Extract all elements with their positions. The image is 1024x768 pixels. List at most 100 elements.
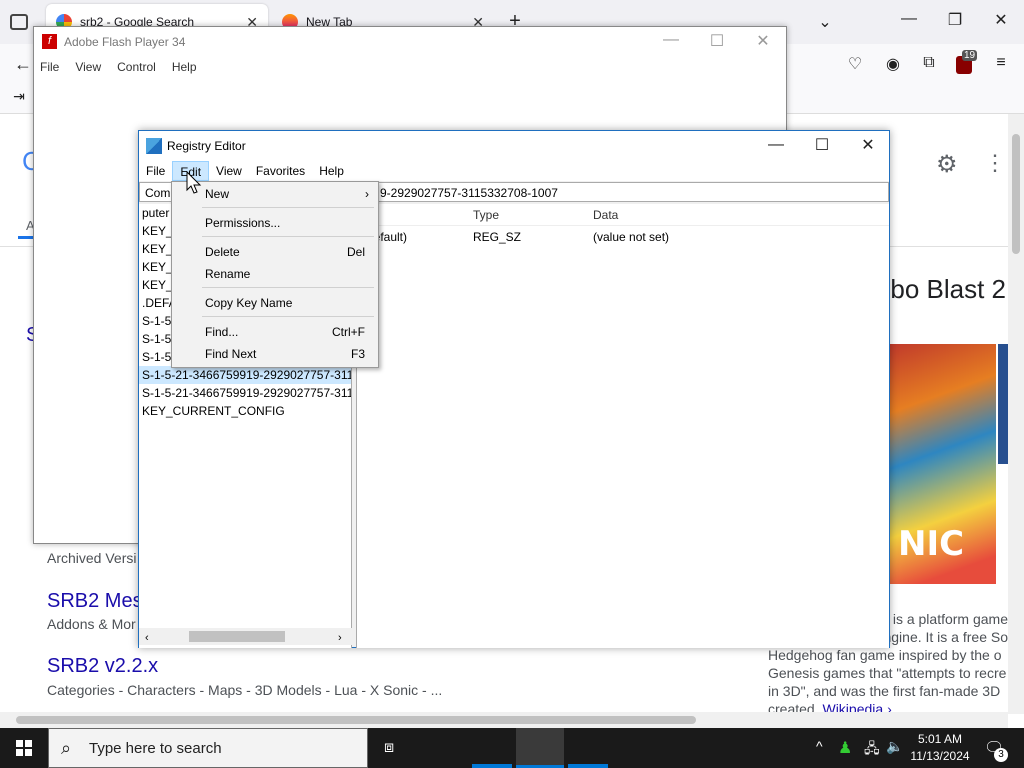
mouse-cursor-icon (186, 171, 202, 194)
result-subtitle: Categories - Characters - Maps - 3D Mode… (47, 682, 443, 698)
menu-separator (202, 236, 374, 237)
desc-line: in 3D", and was the first fan-made 3D (768, 683, 1001, 699)
menu-help[interactable]: Help (312, 161, 351, 181)
taskbar-app-flash[interactable] (568, 764, 608, 768)
archived-text: Archived Versi (47, 550, 137, 566)
column-data[interactable]: Data (587, 204, 618, 225)
minimize-icon[interactable]: — (894, 10, 924, 28)
scroll-left-icon[interactable]: ‹ (145, 629, 149, 645)
desc-line: Hedgehog fan game inspired by the o (768, 647, 1002, 663)
close-icon[interactable]: ✕ (986, 10, 1016, 30)
menu-item-find[interactable]: Find... Ctrl+F (205, 323, 365, 341)
maximize-icon[interactable]: ☐ (807, 135, 837, 155)
pocket-icon[interactable]: ♡ (840, 54, 870, 74)
menu-favorites[interactable]: Favorites (249, 161, 312, 181)
menu-item-label: Permissions... (205, 216, 281, 230)
clock-time[interactable]: 5:01 AM (912, 732, 968, 746)
taskbar-app-firefox[interactable] (472, 764, 512, 768)
page-scrollbar[interactable] (1008, 114, 1024, 714)
close-icon[interactable]: ✕ (853, 135, 883, 155)
sign-in-icon[interactable]: ⇥ (4, 88, 34, 105)
menu-item-label: Find Next (205, 347, 257, 361)
menu-file[interactable]: File (139, 161, 172, 181)
scroll-right-icon[interactable]: › (338, 629, 342, 645)
menu-item-label: Rename (205, 267, 251, 281)
menu-help[interactable]: Help (172, 60, 197, 74)
chevron-down-icon[interactable]: ⌄ (810, 12, 840, 32)
menu-separator (202, 316, 374, 317)
restore-icon[interactable]: ❐ (940, 10, 970, 30)
tree-item[interactable]: KEY_CURRENT_CONFIG (139, 402, 351, 420)
menu-file[interactable]: File (40, 60, 59, 74)
sonic-game-image: NIC (888, 344, 996, 584)
menu-view[interactable]: View (209, 161, 249, 181)
menu-item-label: Copy Key Name (205, 296, 293, 310)
menu-control[interactable]: Control (117, 60, 156, 74)
search-placeholder: Type here to search (89, 739, 222, 757)
menu-item-find-next[interactable]: Find Next F3 (205, 345, 365, 363)
shortcut-label: F3 (350, 347, 365, 361)
value-data: (value not set) (593, 230, 670, 244)
flash-menubar: File View Control Help (40, 60, 197, 74)
shortcut-label: Del (346, 245, 365, 259)
registry-menubar: File Edit View Favorites Help (139, 161, 889, 181)
menu-view[interactable]: View (75, 60, 101, 74)
value-type: REG_SZ (473, 230, 522, 244)
address-left: Com (145, 186, 171, 200)
tab-list-icon[interactable] (10, 14, 28, 30)
menu-separator (202, 287, 374, 288)
minimize-icon[interactable]: — (761, 136, 791, 154)
menu-item-label: New (205, 187, 230, 201)
edit-menu-dropdown: New › Permissions... Delete Del Rename Cop… (171, 181, 379, 368)
menu-item-permissions[interactable]: Permissions... (205, 214, 365, 232)
volume-icon[interactable]: 🔈 (886, 738, 903, 755)
menu-item-rename[interactable]: Rename (205, 265, 365, 283)
menu-item-copy-key-name[interactable]: Copy Key Name (205, 294, 365, 312)
notification-count: 3 (994, 748, 1008, 762)
task-view-icon[interactable]: ⧈ (384, 739, 394, 757)
taskbar-search-box[interactable]: ⌕ Type here to search (48, 728, 368, 768)
user-icon[interactable]: ♟ (838, 738, 852, 758)
registry-icon (146, 138, 162, 154)
desc-line: Genesis games that "attempts to recre (768, 665, 1007, 681)
window-title: Registry Editor (167, 139, 246, 153)
tree-item-selected[interactable]: S-1-5-21-3466759919-2929027757-31153 (139, 366, 351, 384)
tree-item[interactable]: S-1-5-21-3466759919-2929027757-31153 (139, 384, 351, 402)
windows-start-icon[interactable] (16, 740, 32, 756)
horizontal-scrollbar[interactable] (0, 712, 1008, 728)
result-subtitle: Addons & Mor (47, 616, 136, 632)
menu-item-new[interactable]: New › (205, 185, 369, 203)
account-icon[interactable]: ◉ (878, 54, 908, 74)
menu-item-delete[interactable]: Delete Del (205, 243, 365, 261)
extensions-badge: 19 (962, 50, 978, 61)
address-right: 9-2929027757-3115332708-1007 (380, 186, 558, 200)
taskbar-app-active[interactable] (516, 728, 564, 768)
result-title[interactable]: SRB2 Mes (47, 590, 143, 613)
minimize-icon[interactable]: — (656, 31, 686, 49)
shortcut-label: Ctrl+F (332, 325, 365, 339)
menu-item-label: Find... (205, 325, 239, 339)
maximize-icon[interactable]: ☐ (702, 31, 732, 51)
window-title: Adobe Flash Player 34 (64, 35, 186, 49)
close-icon[interactable]: ✕ (748, 31, 778, 51)
list-item[interactable]: (Default) REG_SZ (value not set) (357, 226, 889, 248)
chevron-up-icon[interactable]: ^ (816, 738, 823, 754)
menu-item-label: Delete (205, 245, 240, 259)
flash-icon: f (42, 34, 57, 49)
extensions-icon[interactable]: ⧉ (914, 54, 944, 72)
menu-icon[interactable]: ≡ (986, 54, 1016, 72)
thumbnail-image (998, 344, 1008, 464)
search-icon: ⌕ (61, 738, 72, 758)
values-list: me Type Data (Default) REG_SZ (value not… (356, 204, 889, 648)
scroll-thumb[interactable] (189, 631, 285, 642)
column-type[interactable]: Type (467, 204, 587, 225)
list-header: me Type Data (357, 204, 889, 226)
menu-separator (202, 207, 374, 208)
clock-date[interactable]: 11/13/2024 (908, 749, 972, 763)
submenu-arrow-icon: › (365, 187, 369, 201)
registry-titlebar: Registry Editor — ☐ ✕ (139, 131, 889, 161)
google-settings-icon[interactable]: ⚙ (936, 150, 958, 179)
tree-horizontal-scrollbar[interactable]: ‹ › (139, 628, 352, 645)
network-icon[interactable]: 🖧 (864, 738, 880, 762)
result-title[interactable]: SRB2 v2.2.x (47, 655, 158, 678)
